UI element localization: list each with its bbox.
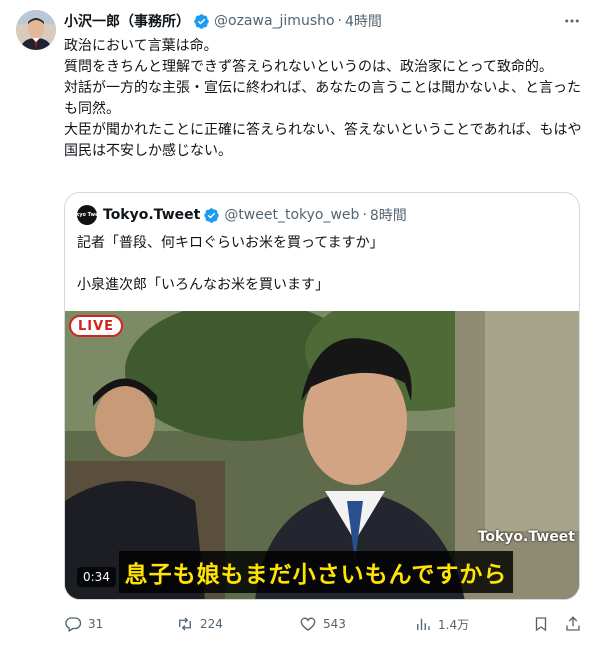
heart-icon — [300, 617, 316, 631]
tweet-header: 小沢一郎（事務所） @ozawa_jimusho · 4時間 — [64, 11, 382, 31]
author-handle[interactable]: @ozawa_jimusho — [214, 13, 335, 29]
avatar-photo — [16, 10, 56, 50]
more-options-icon[interactable] — [561, 10, 583, 32]
author-avatar[interactable] — [16, 10, 56, 50]
repost-button[interactable]: 224 — [176, 612, 223, 636]
verified-badge-icon — [193, 13, 210, 30]
like-button[interactable]: 543 — [299, 612, 346, 636]
repost-count: 224 — [200, 617, 223, 631]
live-badge: LIVE — [69, 315, 123, 337]
bookmark-button[interactable] — [532, 612, 556, 636]
views-button[interactable]: 1.4万 — [414, 612, 469, 636]
tweet[interactable]: 小沢一郎（事務所） @ozawa_jimusho · 4時間 政治において言葉は… — [0, 0, 599, 650]
quoted-tweet[interactable]: Tokyo Tweet Tokyo.Tweet @tweet_tokyo_web… — [64, 192, 580, 600]
tweet-text: 政治において言葉は命。 質問をきちんと理解できず答えられないというのは、政治家に… — [64, 38, 582, 159]
like-count: 543 — [323, 617, 346, 631]
quote-verified-badge-icon — [203, 207, 220, 224]
share-icon — [566, 616, 580, 631]
video-player[interactable]: LIVE Tokyo.Tweet 息子も娘もまだ小さいもんですから 0:34 — [65, 311, 579, 599]
bookmark-icon — [535, 617, 547, 632]
author-name[interactable]: 小沢一郎（事務所） — [64, 11, 190, 31]
quote-time[interactable]: 8時間 — [370, 205, 407, 225]
video-watermark: Tokyo.Tweet — [477, 529, 575, 545]
video-duration: 0:34 — [77, 567, 116, 587]
views-count: 1.4万 — [438, 617, 470, 632]
quote-author-name[interactable]: Tokyo.Tweet — [103, 207, 200, 223]
reply-icon — [65, 617, 82, 632]
reply-count: 31 — [88, 617, 104, 631]
separator-dot: · — [337, 13, 342, 29]
repost-icon — [179, 617, 191, 631]
views-chart-icon — [417, 618, 430, 630]
reply-button[interactable]: 31 — [64, 612, 103, 636]
share-button[interactable] — [564, 612, 588, 636]
quote-author-avatar[interactable]: Tokyo Tweet — [70, 205, 104, 225]
video-caption: 息子も娘もまだ小さいもんですから — [119, 551, 513, 593]
quote-author-handle[interactable]: @tweet_tokyo_web — [224, 207, 359, 223]
tweet-actions: 31 224 543 1.4万 — [64, 612, 584, 636]
quote-text: 記者「普段、何キロぐらいお米を買ってますか」 小泉進次郎「いろんなお米を買います… — [77, 235, 384, 293]
quote-header: Tokyo Tweet Tokyo.Tweet @tweet_tokyo_web… — [70, 205, 407, 225]
quote-separator-dot: · — [362, 207, 367, 223]
tweet-time[interactable]: 4時間 — [345, 11, 382, 31]
